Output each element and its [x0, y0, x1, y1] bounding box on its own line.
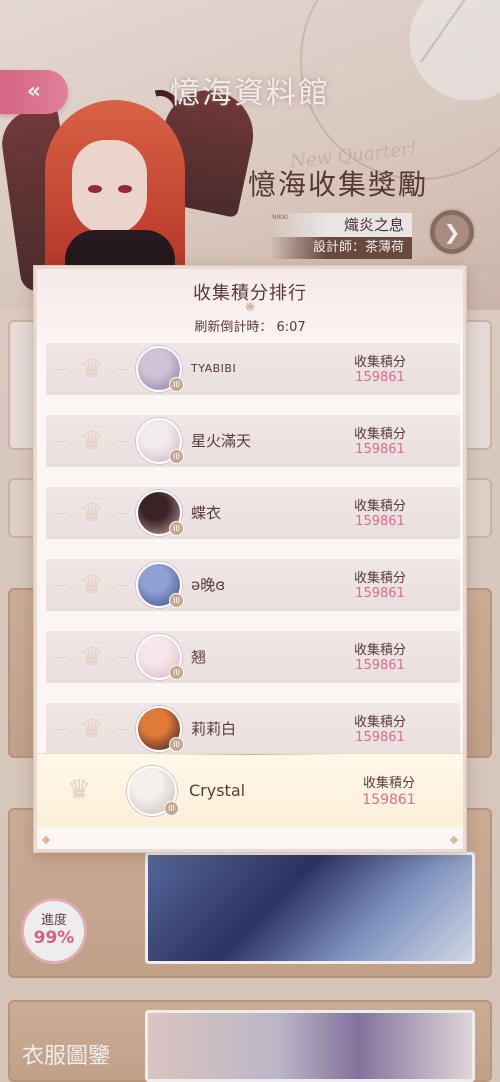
player-name: 星火滿天: [191, 432, 252, 450]
level-badge: III: [169, 521, 184, 536]
level-badge: III: [169, 665, 184, 680]
score-value: 159861: [355, 730, 405, 745]
own-ranking-row[interactable]: ♛ III Crystal 收集積分 159861: [37, 753, 463, 827]
avatar[interactable]: III: [136, 634, 184, 680]
ranking-row[interactable]: ♛ III ə晚ɞ 收集積分 159861: [46, 559, 460, 611]
ranking-row[interactable]: ♛ III 翘 收集積分 159861: [46, 631, 460, 683]
ranking-row[interactable]: ♛ III 星火滿天 收集積分 159861: [46, 415, 460, 467]
divider: [157, 754, 343, 755]
score-label: 收集積分: [353, 715, 406, 730]
ranking-row[interactable]: ♛ III 蝶衣 收集積分 159861: [46, 487, 460, 539]
crown-icon: ♛: [56, 716, 128, 742]
score-label: 收集積分: [353, 355, 406, 370]
level-badge: III: [169, 737, 184, 752]
crown-icon: ♛: [67, 775, 91, 805]
player-name: 翘: [191, 648, 207, 666]
crown-icon: ♛: [56, 356, 128, 382]
score-label: 收集積分: [353, 499, 406, 514]
score-value: 159861: [355, 514, 405, 529]
level-badge: III: [169, 449, 184, 464]
score-label: 收集積分: [353, 427, 406, 442]
player-name: Crystal: [189, 781, 246, 800]
modal-header: 收集積分排行 ❋ 刷新倒計時： 6:07: [37, 269, 463, 341]
player-name: 蝶衣: [191, 504, 222, 522]
crown-icon: ♛: [56, 428, 128, 454]
avatar[interactable]: III: [136, 490, 184, 536]
crown-icon: ♛: [56, 644, 128, 670]
avatar[interactable]: III: [136, 418, 184, 464]
player-name: ə晚ɞ: [191, 576, 226, 594]
refresh-countdown: 刷新倒計時： 6:07: [194, 320, 306, 335]
score-value: 159861: [355, 586, 405, 601]
player-name: 莉莉白: [191, 720, 237, 738]
level-badge: III: [169, 593, 184, 608]
avatar[interactable]: III: [136, 346, 184, 392]
avatar[interactable]: III: [127, 766, 179, 816]
ranking-row[interactable]: ♛ III 莉莉白 收集積分 159861: [46, 703, 460, 755]
score-label: 收集積分: [353, 643, 406, 658]
ranking-row[interactable]: ♛ III TYABIBI 收集積分 159861: [46, 343, 460, 395]
player-name: TYABIBI: [191, 362, 237, 375]
snowflake-icon: ❋: [244, 300, 256, 314]
score-value: 159861: [355, 658, 405, 673]
crown-icon: ♛: [56, 500, 128, 526]
score-label: 收集積分: [362, 776, 415, 791]
score-label: 收集積分: [353, 571, 406, 586]
avatar[interactable]: III: [136, 562, 184, 608]
ranking-modal: 收集積分排行 ❋ 刷新倒計時： 6:07 ♛ III TYABIBI 收集積分 …: [34, 266, 466, 852]
avatar[interactable]: III: [136, 706, 184, 752]
level-badge: III: [164, 801, 179, 816]
score-value: 159861: [355, 370, 405, 385]
score-value: 159861: [362, 792, 416, 808]
level-badge: III: [169, 377, 184, 392]
score-value: 159861: [355, 442, 405, 457]
crown-icon: ♛: [56, 572, 128, 598]
